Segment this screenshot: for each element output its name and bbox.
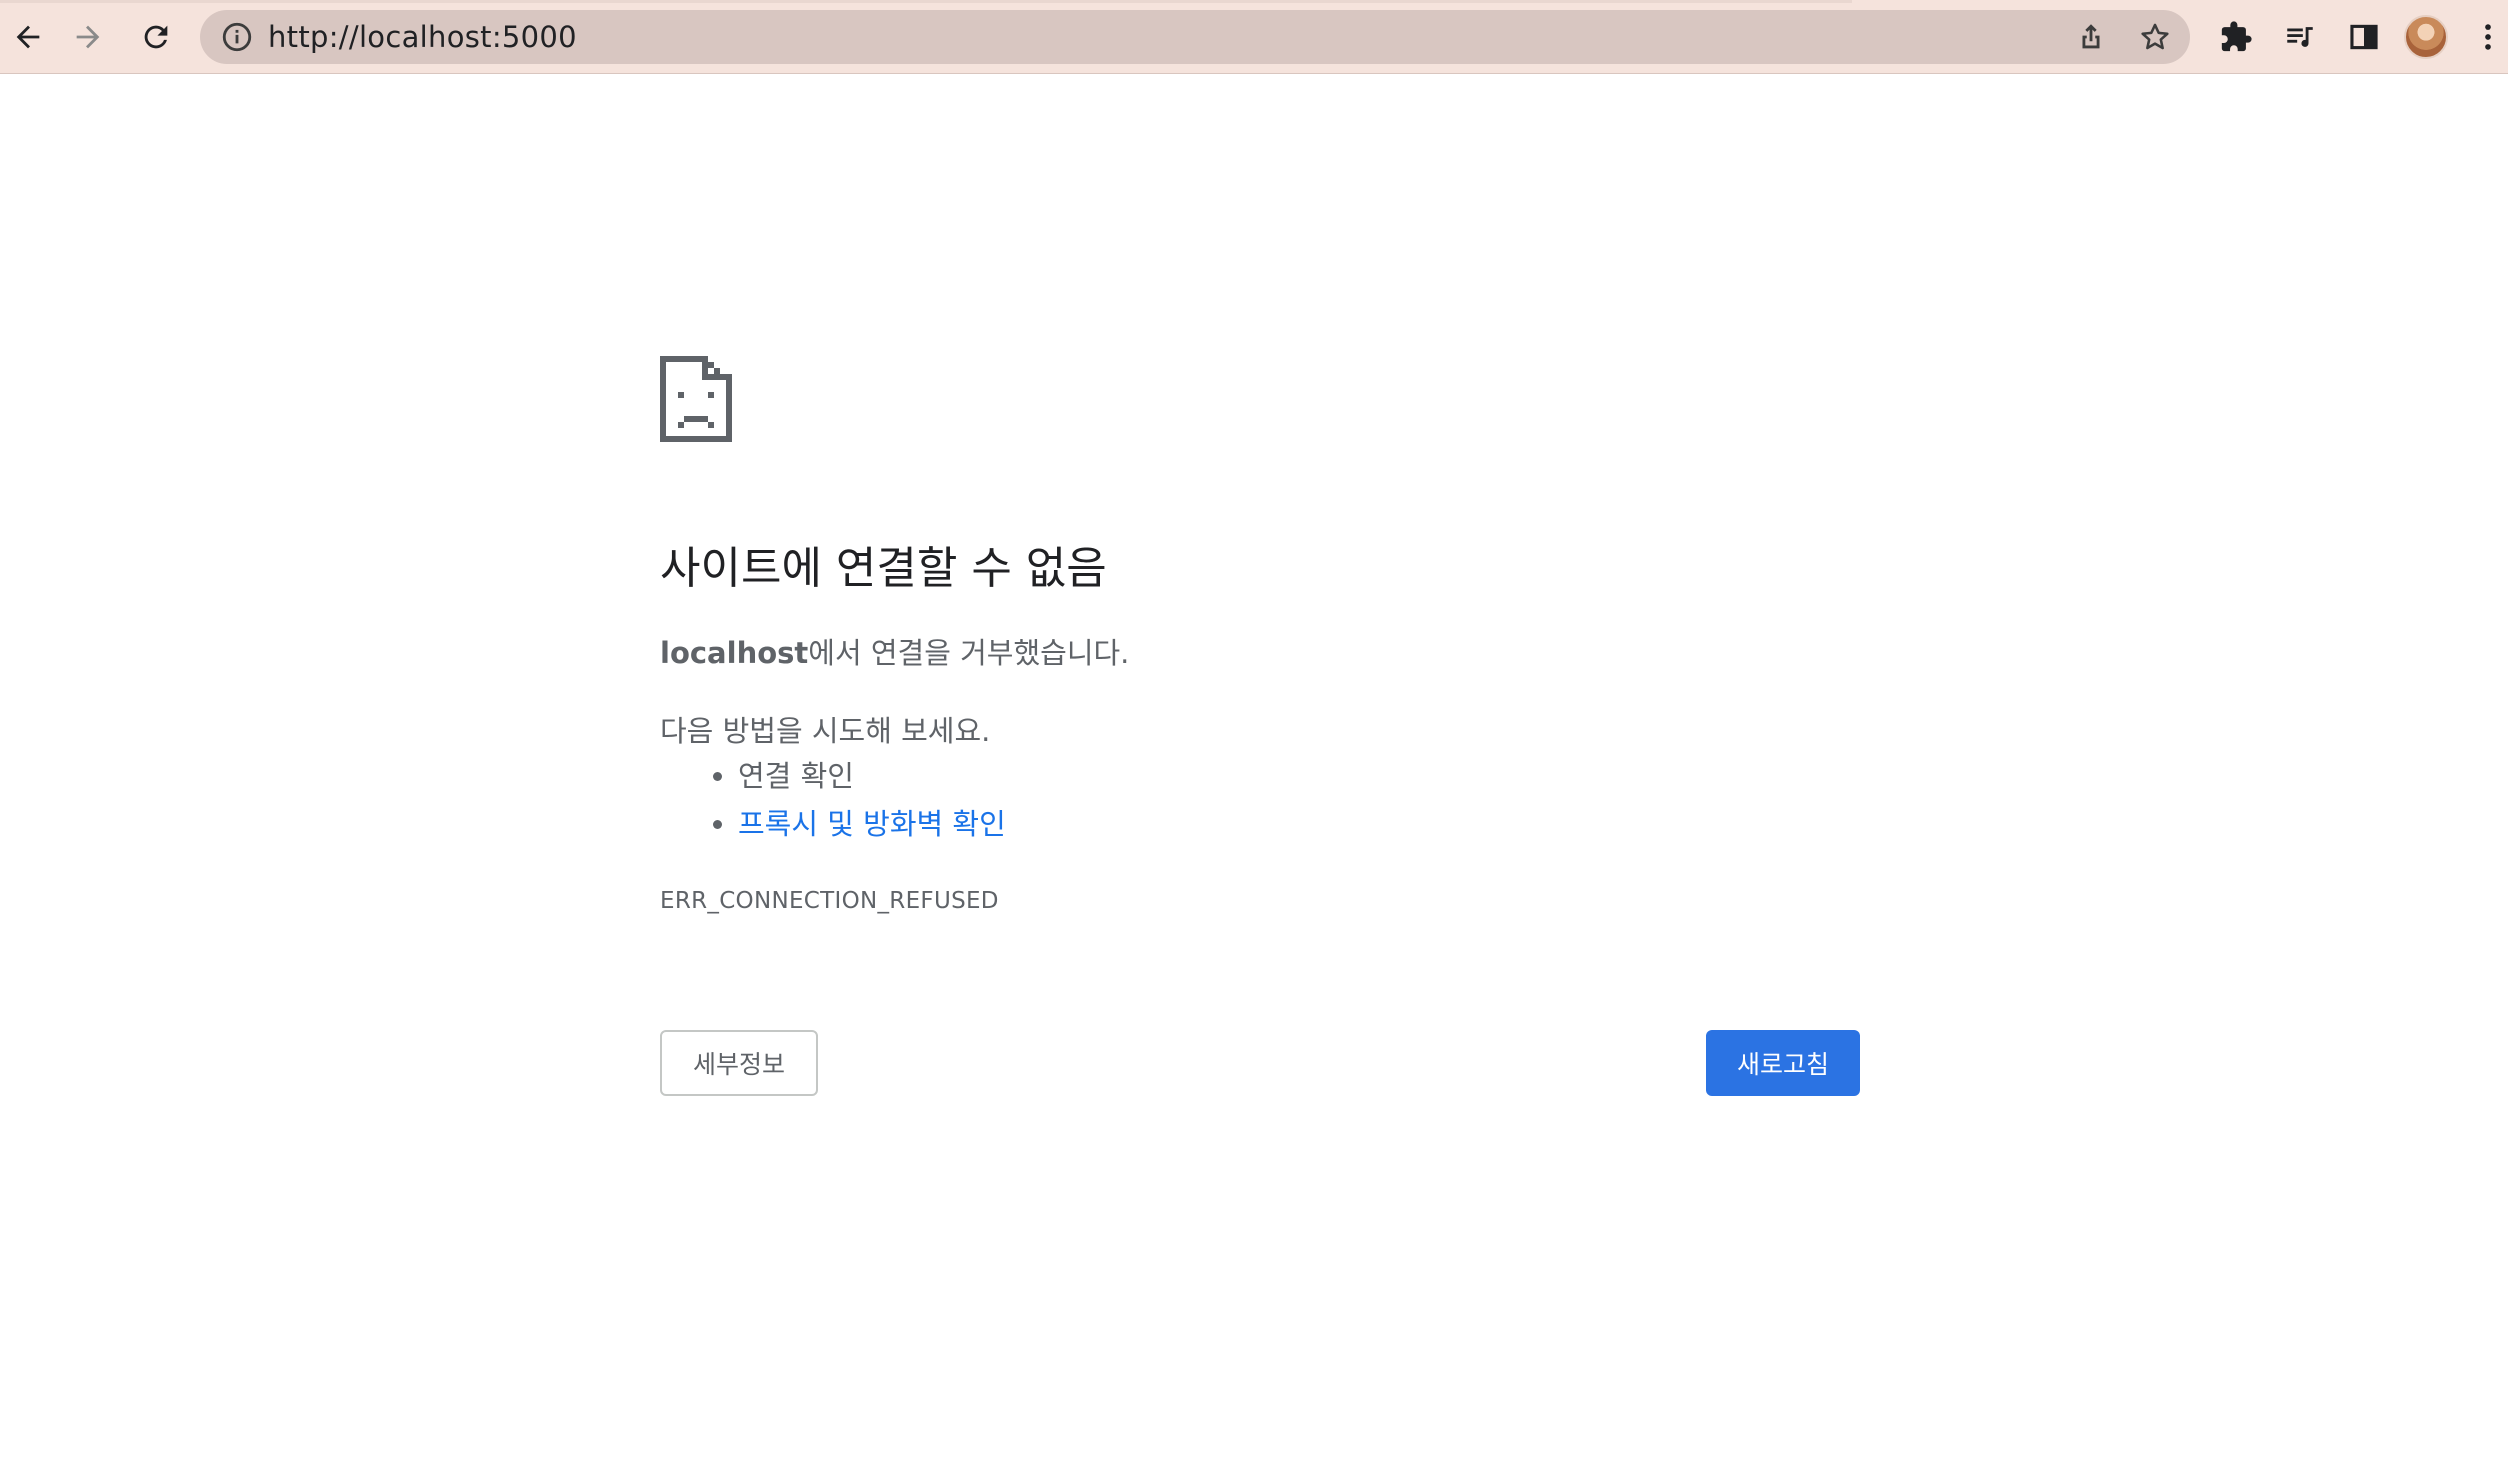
suggestion-check-connection: 연결 확인 [738,759,854,793]
star-icon[interactable] [2138,20,2172,54]
details-button[interactable]: 세부정보 [660,1030,818,1096]
reload-button[interactable] [132,13,180,61]
side-panel-icon [2350,24,2378,50]
error-description: localhost에서 연결을 거부했습니다. [660,630,1129,672]
browser-toolbar: http://localhost:5000 [0,0,2508,74]
sad-document-icon [660,356,732,442]
list-item: 프록시 및 방화벽 확인 [738,800,1006,848]
arrow-left-icon [16,25,40,49]
media-queue-icon [2287,27,2313,47]
info-circle-icon[interactable] [220,20,254,54]
menu-button[interactable] [2468,13,2508,61]
reload-icon [144,25,168,49]
list-item: 연결 확인 [738,752,1006,800]
arrow-right-icon [76,25,100,49]
error-host: localhost [660,636,809,670]
kebab-menu-icon [2485,24,2491,50]
side-panel-button[interactable] [2340,13,2388,61]
reload-page-button[interactable]: 새로고침 [1706,1030,1860,1096]
back-button[interactable] [4,13,52,61]
profile-avatar[interactable] [2404,15,2448,59]
share-icon[interactable] [2074,20,2108,54]
address-bar-url[interactable]: http://localhost:5000 [268,10,577,64]
forward-button[interactable] [64,13,112,61]
suggestion-check-proxy-firewall-link[interactable]: 프록시 및 방화벽 확인 [738,807,1006,841]
extensions-button[interactable] [2212,13,2260,61]
address-bar[interactable]: http://localhost:5000 [200,10,2190,64]
error-title: 사이트에 연결할 수 없음 [660,543,1107,594]
media-queue-button[interactable] [2276,13,2324,61]
loading-progress-bar [0,0,1852,3]
suggestions-heading: 다음 방법을 시도해 보세요. [660,714,991,748]
error-code: ERR_CONNECTION_REFUSED [660,888,999,914]
puzzle-icon [2221,21,2252,52]
error-description-text: 에서 연결을 거부했습니다. [808,636,1130,670]
suggestions-list: 연결 확인 프록시 및 방화벽 확인 [660,752,1006,848]
